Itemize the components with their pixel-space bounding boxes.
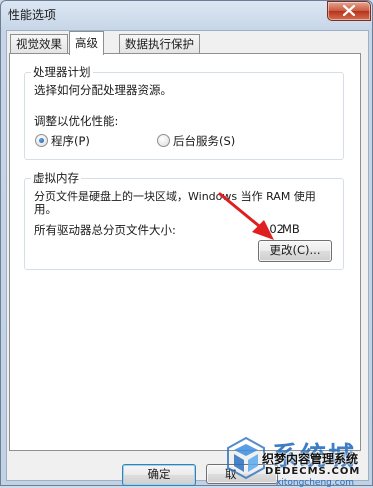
adjust-performance-label: 调整以优化性能: bbox=[34, 114, 119, 128]
processor-group-title: 处理器计划 bbox=[31, 64, 93, 80]
background-services-radio-label[interactable]: 后台服务(S) bbox=[173, 133, 235, 149]
programs-radio[interactable] bbox=[35, 134, 48, 147]
total-paging-file-unit: MB bbox=[282, 222, 300, 236]
watermark-logo-icon bbox=[227, 436, 265, 480]
processor-description: 选择如何分配处理器资源。 bbox=[34, 83, 172, 97]
radio-selected-dot bbox=[39, 138, 44, 143]
programs-radio-label[interactable]: 程序(P) bbox=[51, 133, 90, 149]
annotation-arrow-icon bbox=[218, 192, 274, 240]
total-paging-file-label: 所有驱动器总分页文件大小: bbox=[34, 223, 176, 237]
watermark-line3: xitongcheng.com bbox=[276, 478, 354, 488]
watermark-line2: DEDECMS.COM bbox=[265, 466, 361, 477]
watermark-line1: 织梦内容管理系统 bbox=[262, 452, 359, 466]
ok-button[interactable]: 确定 bbox=[122, 464, 196, 486]
tab-advanced[interactable]: 高级 bbox=[69, 31, 104, 55]
virtual-memory-group-title: 虚拟内存 bbox=[31, 170, 81, 186]
window-title: 性能选项 bbox=[8, 8, 57, 22]
close-icon bbox=[343, 5, 355, 16]
tab-visual-effects[interactable]: 视觉效果 bbox=[10, 34, 68, 54]
close-button[interactable] bbox=[327, 1, 371, 21]
tab-data-execution-prevention[interactable]: 数据执行保护 bbox=[119, 34, 200, 54]
virtual-memory-description-line2: 用。 bbox=[34, 202, 57, 216]
background-services-radio[interactable] bbox=[157, 134, 170, 147]
